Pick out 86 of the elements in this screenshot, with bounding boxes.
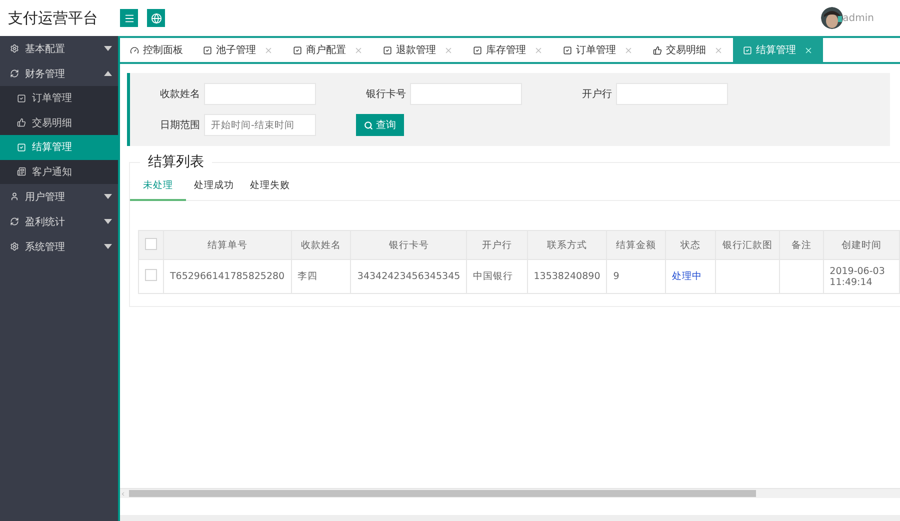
tab[interactable]: 库存管理: [463, 38, 553, 62]
sidebar-subitem[interactable]: 结算管理: [0, 135, 118, 160]
caret-up-icon: [104, 71, 112, 76]
input-field[interactable]: 开始时间-结束时间: [204, 114, 316, 136]
caret-down-icon: [104, 46, 112, 51]
menu-icon: [124, 12, 134, 24]
sidebar-subitem[interactable]: 交易明细: [0, 110, 118, 135]
status-link[interactable]: 处理中: [666, 260, 716, 294]
caret-down-icon: [104, 194, 112, 199]
tab[interactable]: 处理失败: [242, 175, 298, 201]
column-header: 结算金额: [606, 230, 666, 260]
field-label: 收款姓名: [159, 88, 201, 101]
sidebar-subitem[interactable]: 订单管理: [0, 86, 118, 110]
field-label: 银行卡号: [365, 88, 407, 101]
checkbox[interactable]: [145, 269, 157, 281]
close-icon[interactable]: [354, 46, 363, 54]
scrollbar-thumb[interactable]: [129, 490, 756, 497]
field-label: 开户行: [581, 88, 613, 101]
search-icon: [364, 120, 373, 130]
input-field[interactable]: [204, 83, 316, 105]
horizontal-scrollbar[interactable]: [120, 488, 900, 498]
checkbox-icon: [203, 46, 212, 54]
checkbox[interactable]: [145, 238, 157, 250]
table-cell: 中国银行: [466, 260, 528, 294]
input-field[interactable]: [616, 83, 728, 105]
sidebar-item[interactable]: 用户管理: [0, 184, 118, 209]
table-cell: 9: [606, 260, 666, 294]
user-icon: [10, 192, 19, 201]
checkbox-icon: [563, 46, 572, 54]
globe-icon: [150, 12, 162, 24]
close-icon[interactable]: [264, 46, 273, 54]
checkbox-icon: [17, 142, 26, 152]
table-cell: T652966141785825280: [164, 260, 292, 294]
close-icon[interactable]: [444, 46, 453, 54]
checkbox-icon: [473, 46, 482, 54]
column-header: 联系方式: [527, 230, 607, 260]
column-header: 开户行: [466, 230, 528, 260]
column-header: 状态: [666, 230, 716, 260]
menu-button[interactable]: [120, 9, 138, 27]
column-header: 创建时间: [823, 230, 900, 260]
tab[interactable]: 处理成功: [186, 175, 242, 201]
table-cell: 13538240890: [527, 260, 607, 294]
newspaper-icon: [17, 167, 26, 176]
tab[interactable]: 控制面板: [120, 38, 193, 62]
gauge-icon: [130, 46, 139, 54]
checkbox-icon: [293, 46, 302, 54]
tab[interactable]: 池子管理: [193, 38, 283, 62]
tab[interactable]: 未处理: [130, 175, 186, 201]
table-cell: 李四: [291, 260, 351, 294]
sidebar-item[interactable]: 基本配置: [0, 36, 118, 61]
globe-button[interactable]: [147, 9, 165, 27]
caret-down-icon: [104, 244, 112, 249]
panel-title: 结算列表: [147, 153, 205, 171]
close-icon[interactable]: [534, 46, 543, 54]
field-label: 日期范围: [159, 118, 201, 132]
close-icon[interactable]: [714, 46, 723, 54]
sidebar-item[interactable]: 盈利统计: [0, 209, 118, 234]
table-cell: 34342423456345345: [350, 260, 467, 294]
checkbox-icon: [383, 46, 392, 54]
column-header: 备注: [780, 230, 824, 260]
scroll-left-icon[interactable]: [120, 490, 126, 496]
tab[interactable]: 退款管理: [373, 38, 463, 62]
sidebar-item[interactable]: 财务管理: [0, 61, 118, 86]
column-header: 结算单号: [164, 230, 292, 260]
tab[interactable]: 商户配置: [283, 38, 373, 62]
search-button[interactable]: 查询: [356, 114, 404, 136]
refresh-icon: [10, 69, 19, 78]
checkbox-icon: [17, 94, 26, 103]
thumbs-up-icon: [17, 118, 26, 128]
input-field[interactable]: [410, 83, 522, 105]
column-header: 银行卡号: [350, 230, 467, 260]
checkbox-icon: [743, 46, 752, 54]
sidebar-subitem[interactable]: 客户通知: [0, 160, 118, 184]
gear-icon: [10, 44, 19, 53]
table-cell: 2019-06-03 11:49:14: [823, 260, 900, 294]
app-title: 支付运营平台: [7, 8, 99, 28]
tab[interactable]: 交易明细: [643, 38, 733, 62]
column-header: 银行汇款图: [716, 230, 780, 260]
sidebar-item[interactable]: 系统管理: [0, 234, 118, 259]
thumbs-up-icon: [653, 46, 662, 54]
caret-down-icon: [104, 219, 112, 224]
gear-icon: [10, 242, 19, 251]
close-icon[interactable]: [624, 46, 633, 54]
column-header: 收款姓名: [291, 230, 351, 260]
refresh-icon: [10, 217, 19, 226]
tab[interactable]: 订单管理: [553, 38, 643, 62]
